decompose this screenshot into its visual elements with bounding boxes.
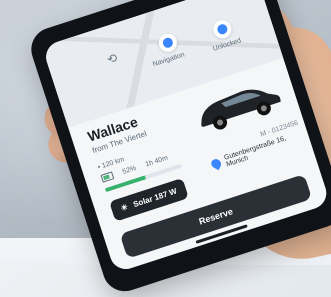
battery-percent: 52% (121, 164, 138, 176)
pin-label-unlocked: Unlocked (212, 37, 243, 53)
pin-dot (161, 36, 175, 50)
navigation-pin-icon[interactable] (156, 31, 180, 55)
pin-dot (216, 22, 229, 36)
solar-text: Solar 187 W (132, 186, 178, 210)
pin-label-navigation: Navigation (151, 51, 186, 69)
unlocked-pin-icon[interactable] (211, 17, 234, 41)
battery-icon (100, 171, 115, 183)
solar-icon: ☀ (119, 202, 130, 214)
share-icon[interactable]: ⟲ (105, 51, 119, 67)
charge-time: 1h 40m (144, 154, 169, 168)
